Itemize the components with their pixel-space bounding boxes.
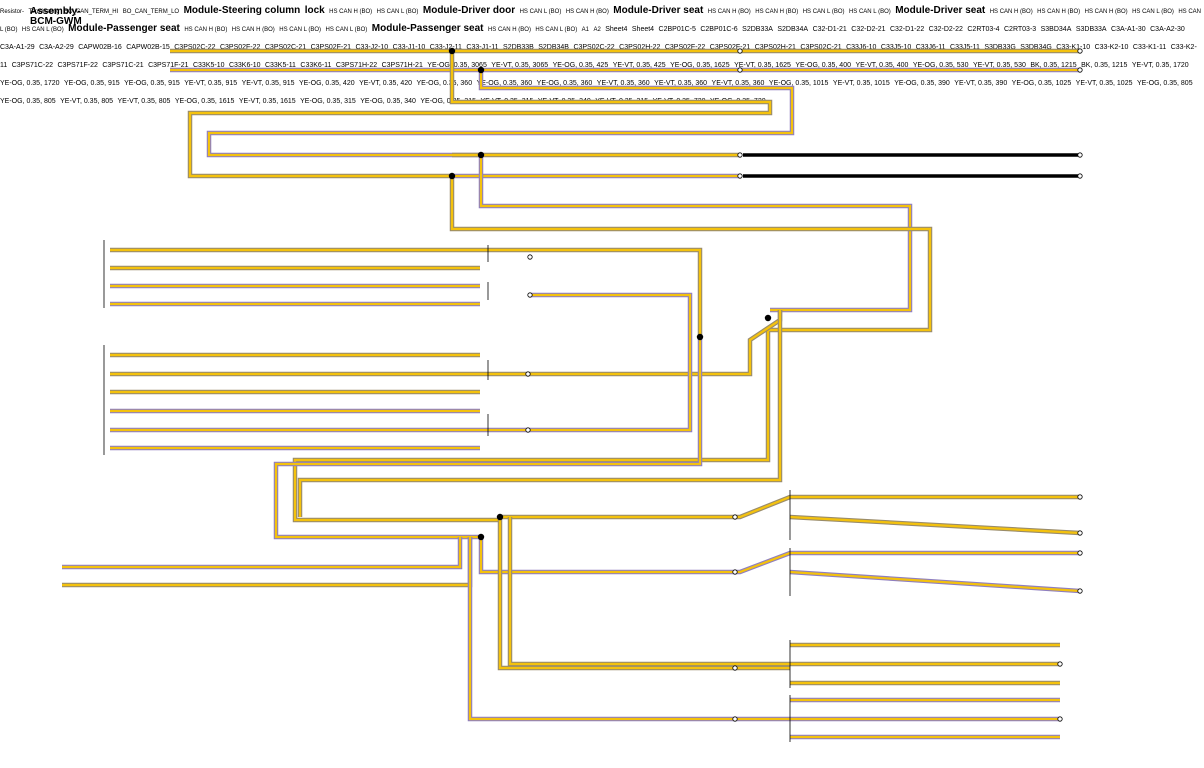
wire-ye-vt <box>530 292 693 337</box>
wire-core <box>530 293 692 337</box>
wire-ye-og <box>497 517 790 671</box>
pin-terminal <box>525 371 531 377</box>
wire-ye-og <box>297 310 783 517</box>
pin-terminal <box>1077 550 1083 556</box>
splice-node <box>477 533 485 541</box>
wires-layer <box>62 47 1083 742</box>
splice-node <box>477 66 485 74</box>
bcm-title-line2: BCM-GWM <box>30 16 82 27</box>
pin-terminal <box>1077 152 1083 158</box>
pin-terminal <box>1077 494 1083 500</box>
wire-ye-og <box>110 310 783 377</box>
pin-terminal <box>1077 530 1083 536</box>
wire-ye-vt <box>62 537 463 570</box>
pin-terminal <box>737 173 743 179</box>
wire-ye-og <box>62 537 473 588</box>
pin-terminal <box>737 152 743 158</box>
pin-terminal <box>527 254 533 260</box>
pin-terminal <box>732 569 738 575</box>
wire-ye-og <box>507 517 1060 667</box>
wire-core <box>110 337 692 432</box>
pin-terminal <box>1077 588 1083 594</box>
pin-terminal <box>732 514 738 520</box>
pin-terminal <box>1057 661 1063 667</box>
splice-node <box>448 172 456 180</box>
pin-terminal <box>527 292 533 298</box>
wire-core <box>62 537 462 569</box>
pin-terminal <box>1057 716 1063 722</box>
pin-terminal <box>1077 48 1083 54</box>
pin-terminal <box>732 716 738 722</box>
wire-core <box>498 517 790 670</box>
splice-node <box>477 151 485 159</box>
wire-ye-og <box>292 176 933 523</box>
wiring-diagram: Assembly- BCM-GWM <box>30 6 1083 742</box>
wire-ye-vt <box>478 537 1080 575</box>
pin-terminal <box>737 67 743 73</box>
splice-node <box>764 314 772 322</box>
pin-terminal <box>732 665 738 671</box>
bcm-module: Assembly- BCM-GWM <box>30 6 82 27</box>
pin-terminal <box>1077 173 1083 179</box>
pin-terminal <box>525 427 531 433</box>
splice-node <box>448 47 456 55</box>
wire-ye-vt <box>110 337 693 433</box>
splice-node <box>696 333 704 341</box>
wire-core <box>62 537 472 587</box>
pin-terminal <box>1077 67 1083 73</box>
splice-node <box>496 513 504 521</box>
wire-core <box>789 570 1081 593</box>
wire-core <box>110 310 782 376</box>
pin-terminal <box>737 48 743 54</box>
wire-core <box>789 515 1081 535</box>
wire-core <box>508 517 1060 666</box>
wire-core <box>298 310 782 517</box>
